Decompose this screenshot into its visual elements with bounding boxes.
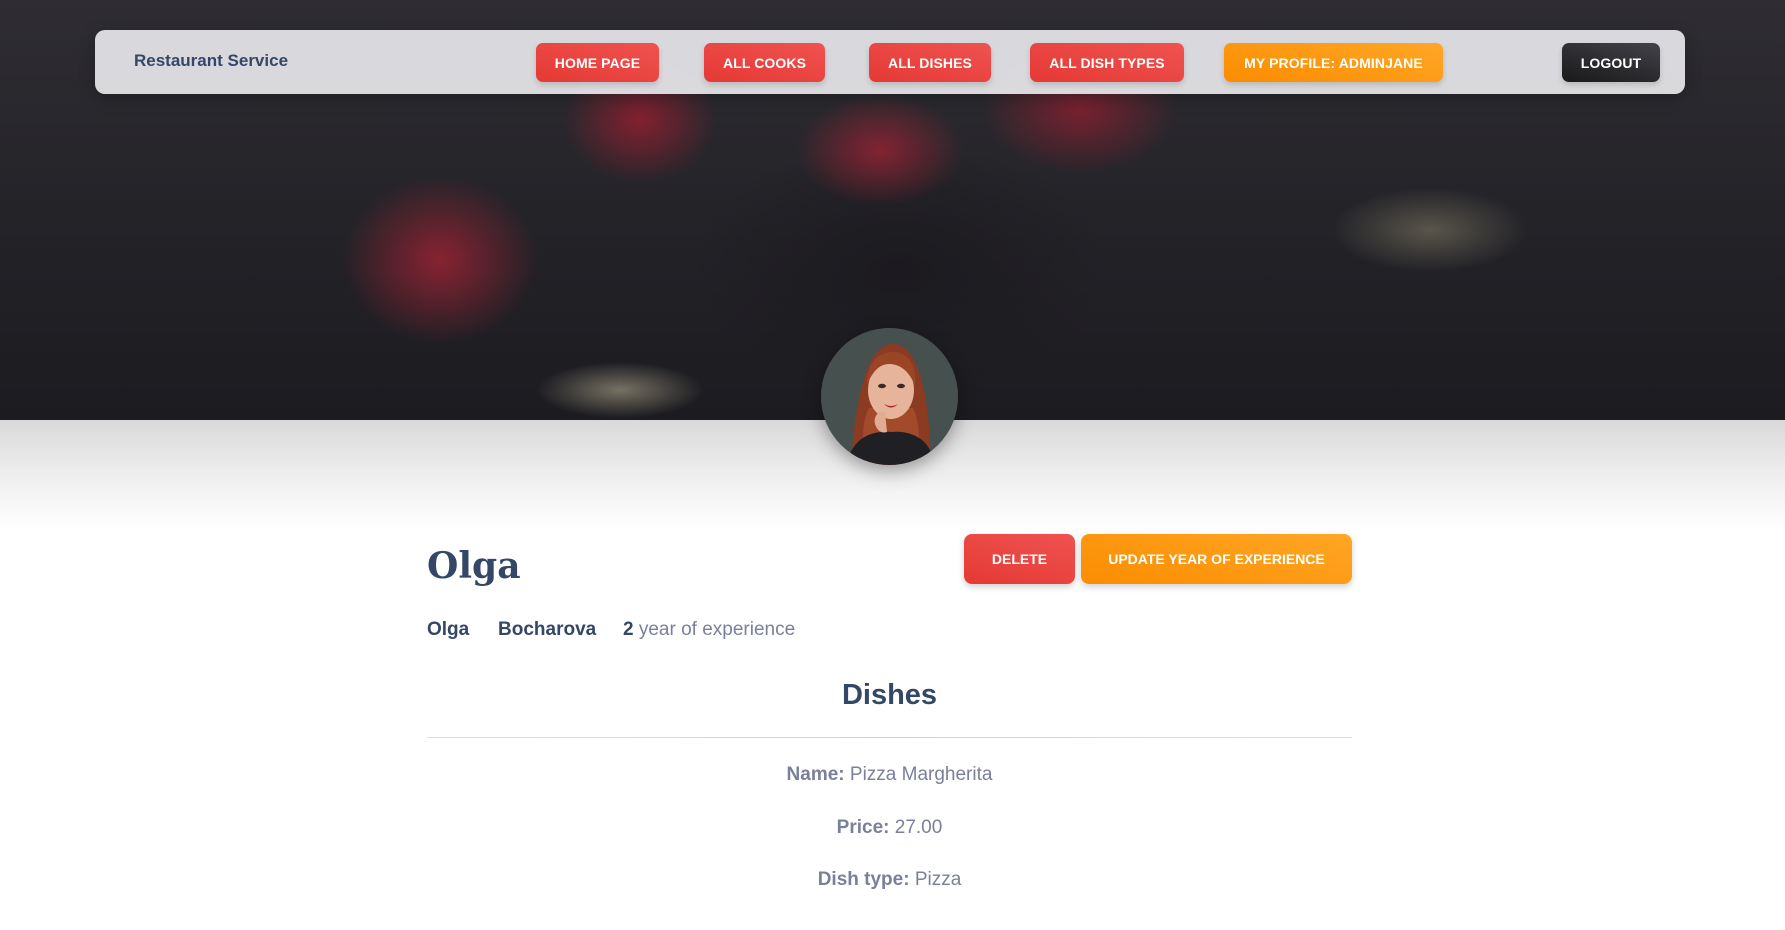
nav-all-dish-types-button[interactable]: ALL DISH TYPES	[1030, 43, 1184, 82]
dish-type-line: Dish type: Pizza	[427, 869, 1352, 891]
dish-name-label: Name:	[786, 764, 845, 785]
experience-suffix: year of experience	[638, 619, 796, 640]
avatar	[821, 328, 958, 465]
dish-price-label: Price:	[836, 817, 890, 838]
dishes-section-title: Dishes	[841, 679, 938, 711]
nav-home-button[interactable]: HOME PAGE	[536, 43, 659, 82]
delete-button[interactable]: DELETE	[964, 534, 1075, 584]
first-name: Olga	[427, 619, 469, 641]
dish-name-line: Name: Pizza Margherita	[427, 764, 1352, 786]
cook-name-title: Olga	[427, 545, 521, 587]
experience: 2 year of experience	[623, 619, 795, 641]
nav-my-profile-button[interactable]: MY PROFILE: ADMINJANE	[1224, 43, 1443, 82]
user-avatar-icon	[821, 328, 958, 465]
brand-link[interactable]: Restaurant Service	[134, 51, 288, 71]
nav-all-dishes-button[interactable]: ALL DISHES	[869, 43, 991, 82]
dish-type-value: Pizza	[914, 869, 962, 890]
logout-button[interactable]: LOGOUT	[1562, 43, 1660, 82]
dish-type-label: Dish type:	[817, 869, 910, 890]
last-name-value: Bocharova	[498, 619, 597, 640]
experience-years: 2	[623, 619, 634, 640]
dish-price-line: Price: 27.00	[427, 817, 1352, 839]
top-navbar: Restaurant Service HOME PAGE ALL COOKS A…	[95, 30, 1685, 94]
dish-name-value: Pizza Margherita	[849, 764, 993, 785]
nav-all-cooks-button[interactable]: ALL COOKS	[704, 43, 825, 82]
dish-price-value: 27.00	[894, 817, 943, 838]
last-name: Bocharova	[498, 619, 596, 641]
update-experience-button[interactable]: UPDATE YEAR OF EXPERIENCE	[1081, 534, 1352, 584]
divider	[427, 737, 1352, 738]
first-name-value: Olga	[427, 619, 470, 640]
